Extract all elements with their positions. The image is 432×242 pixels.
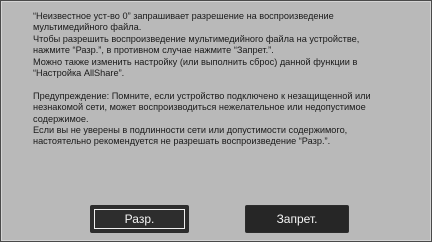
allow-button-label: Разр. [124, 212, 155, 226]
deny-button-label: Запрет. [276, 212, 318, 226]
message-line: Можно также изменить настройку (или выпо… [33, 56, 358, 67]
permission-request-text: “Неизвестное уст-во 0” запрашивает разре… [33, 11, 408, 79]
message-line: “Неизвестное уст-во 0” запрашивает разре… [33, 11, 334, 21]
message-line: незнакомой сети, может воспроизводиться … [33, 102, 366, 113]
allow-button[interactable]: Разр. [90, 205, 189, 233]
message-line: настоятельно рекомендуется не разрешать … [33, 136, 331, 147]
dialog-message: “Неизвестное уст-во 0” запрашивает разре… [33, 11, 408, 148]
message-line: Чтобы разрешить воспроизведение мультиме… [33, 33, 360, 44]
message-line: нажмите “Разр.”, в противном случае нажм… [33, 45, 274, 56]
message-line: Предупреждение: Помните, если устройство… [33, 90, 371, 101]
deny-button[interactable]: Запрет. [245, 205, 349, 233]
message-line: содержимое. [33, 113, 89, 124]
message-line: “Настройка AllShare”. [33, 68, 125, 79]
message-line: Если вы не уверены в подлинности сети ил… [33, 125, 348, 136]
message-line: мультимедийного файла. [33, 22, 142, 33]
allshare-permission-dialog: “Неизвестное уст-во 0” запрашивает разре… [0, 0, 432, 242]
warning-text: Предупреждение: Помните, если устройство… [33, 91, 408, 148]
